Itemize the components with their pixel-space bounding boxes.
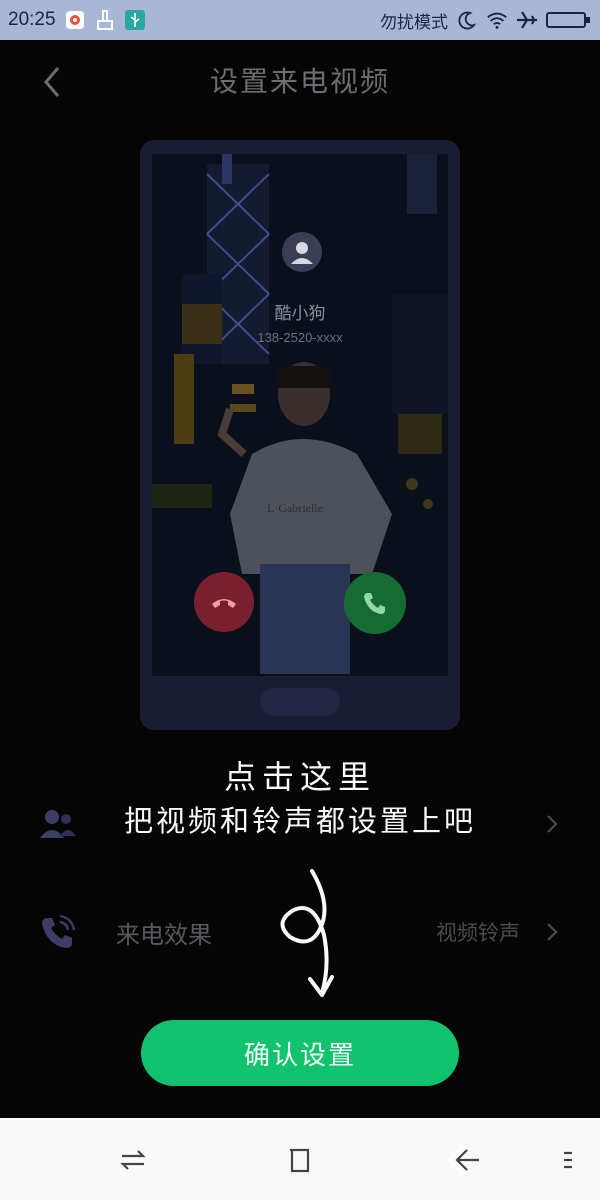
call-effect-value: 视频铃声 [436, 921, 520, 945]
hang-up-icon [212, 599, 236, 608]
system-nav-bar [0, 1118, 600, 1200]
confirm-settings-button[interactable]: 确认设置 [141, 1020, 459, 1086]
battery-icon [546, 9, 592, 31]
status-time: 20:25 [8, 9, 56, 30]
wifi-icon [486, 9, 508, 31]
avatar [282, 232, 322, 272]
phone-icon [364, 593, 385, 614]
back-button[interactable] [34, 64, 70, 100]
switch-apps-button[interactable] [113, 1140, 153, 1180]
app-icon [64, 9, 86, 31]
app-content: 设置来电视频 L·Gabrielle 酷小狗 138-2520-xxxx 点击这… [0, 40, 600, 1118]
contacts-icon [38, 804, 78, 844]
back-nav-button[interactable] [447, 1140, 487, 1180]
cleaner-icon [94, 9, 116, 31]
svg-text:L·Gabrielle: L·Gabrielle [267, 501, 323, 515]
settings-row-contacts[interactable] [0, 794, 600, 854]
page-title: 设置来电视频 [209, 65, 390, 98]
accept-button [344, 572, 406, 634]
preview-home-button [260, 688, 340, 716]
usb-icon [124, 9, 146, 31]
chevron-right-icon [542, 812, 562, 836]
preview-screen: L·Gabrielle 酷小狗 138-2520-xxxx [152, 154, 448, 676]
moon-icon [456, 9, 478, 31]
page-header: 设置来电视频 [0, 40, 600, 120]
status-bar: 20:25 勿扰模式 [0, 0, 600, 40]
phone-preview[interactable]: L·Gabrielle 酷小狗 138-2520-xxxx [140, 140, 460, 730]
menu-icon [564, 1151, 572, 1169]
back-arrow-icon [44, 67, 60, 97]
hint-line-1: 点击这里 [223, 758, 376, 796]
hint-arrow-icon [280, 869, 334, 997]
decline-button [194, 572, 254, 632]
caller-number: 138-2520-xxxx [257, 330, 343, 345]
call-effect-label: 来电效果 [116, 920, 212, 949]
ringing-phone-icon [38, 912, 78, 952]
back-icon [455, 1149, 479, 1171]
chevron-right-icon [542, 920, 562, 944]
airplane-icon [516, 9, 538, 31]
caller-name: 酷小狗 [274, 304, 326, 324]
dnd-label: 勿扰模式 [380, 12, 448, 33]
switch-apps-icon [120, 1150, 146, 1170]
home-square-icon [290, 1148, 310, 1173]
menu-button[interactable] [548, 1140, 588, 1180]
home-button[interactable] [280, 1140, 320, 1180]
